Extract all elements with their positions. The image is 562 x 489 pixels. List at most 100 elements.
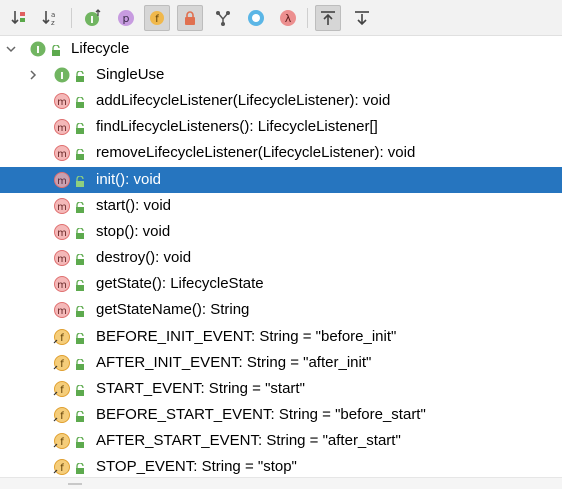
tree-item-label: getState(): LifecycleState [96, 275, 264, 292]
tree-item[interactable]: m getState(): LifecycleState [0, 271, 562, 297]
tree-item-label: stop(): void [96, 223, 171, 240]
scrollbar-thumb[interactable] [68, 483, 82, 485]
svg-text:I: I [90, 15, 94, 26]
tree-item[interactable]: f BEFORE_START_EVENT: String = "before_s… [0, 402, 562, 428]
method-icon: m [53, 171, 71, 189]
lock-open-icon [75, 305, 85, 317]
inherited-icon: I [85, 9, 101, 26]
svg-text:z: z [51, 19, 55, 27]
svg-text:f: f [60, 411, 64, 422]
svg-text:f: f [60, 463, 64, 474]
svg-text:p: p [123, 12, 130, 25]
lock-open-icon [75, 175, 85, 187]
show-hierarchy-button[interactable] [210, 5, 236, 31]
tree-item[interactable]: m removeLifecycleListener(LifecycleListe… [0, 140, 562, 166]
tree-item-label: getStateName(): String [96, 301, 250, 318]
lock-open-icon [75, 462, 85, 474]
tree-item[interactable]: f START_EVENT: String = "start" [0, 376, 562, 402]
method-icon: m [53, 92, 71, 110]
svg-text:m: m [57, 176, 67, 187]
field-icon: f [53, 458, 71, 476]
tree-item[interactable]: m findLifecycleListeners(): LifecycleLis… [0, 114, 562, 140]
autoscroll-from-icon [355, 11, 369, 26]
svg-text:m: m [57, 306, 67, 317]
tree-item[interactable]: m getStateName(): String [0, 297, 562, 323]
autoscroll-to-source-button[interactable] [315, 5, 341, 31]
sort-visibility-icon [11, 11, 25, 25]
interface-icon: I [53, 66, 71, 84]
lock-open-icon [51, 44, 61, 56]
tree-item-label: BEFORE_START_EVENT: String = "before_sta… [96, 406, 426, 423]
tree-item-label: removeLifecycleListener(LifecycleListene… [96, 144, 416, 161]
show-properties-button[interactable]: p [113, 5, 139, 31]
tree-item-label: init(): void [96, 171, 162, 188]
svg-text:I: I [60, 71, 64, 82]
lock-open-icon [75, 253, 85, 265]
lock-open-icon [75, 201, 85, 213]
horizontal-scrollbar[interactable] [0, 477, 562, 489]
tree-item[interactable]: I SingleUse [0, 62, 562, 88]
tree-item[interactable]: f BEFORE_INIT_EVENT: String = "before_in… [0, 324, 562, 350]
tree-item[interactable]: f AFTER_INIT_EVENT: String = "after_init… [0, 350, 562, 376]
sort-alpha-icon: a z [42, 11, 55, 27]
field-icon: f [53, 406, 71, 424]
tree-item-label: START_EVENT: String = "start" [96, 380, 305, 397]
property-icon: p [118, 10, 134, 26]
chevron-down-icon[interactable] [5, 43, 17, 55]
show-fields-button[interactable]: f [144, 5, 170, 31]
show-lambdas-button[interactable]: λ [275, 5, 301, 31]
tree-item[interactable]: m start(): void [0, 193, 562, 219]
tree-item-label: addLifecycleListener(LifecycleListener):… [96, 92, 391, 109]
toolbar-separator [71, 8, 72, 28]
tree-item-selected[interactable]: m init(): void [0, 167, 562, 193]
field-icon: f [53, 432, 71, 450]
tree-item-label: STOP_EVENT: String = "stop" [96, 458, 297, 475]
lock-open-icon [75, 332, 85, 344]
tree-item-label: BEFORE_INIT_EVENT: String = "before_init… [96, 328, 397, 345]
method-icon: m [53, 197, 71, 215]
method-icon: m [53, 275, 71, 293]
svg-text:λ: λ [285, 12, 292, 25]
show-inherited-button[interactable]: I [80, 5, 106, 31]
tree-item-label: AFTER_INIT_EVENT: String = "after_init" [96, 354, 372, 371]
lock-open-icon [75, 148, 85, 160]
structure-toolbar: a z I p f λ [0, 0, 562, 36]
lock-open-icon [75, 358, 85, 370]
interface-icon: I [29, 40, 47, 58]
sort-alphabetically-button[interactable]: a z [38, 5, 64, 31]
lock-open-icon [75, 279, 85, 291]
tree-item[interactable]: m addLifecycleListener(LifecycleListener… [0, 88, 562, 114]
tree-item-label: AFTER_START_EVENT: String = "after_start… [96, 432, 401, 449]
svg-text:m: m [57, 202, 67, 213]
svg-text:m: m [57, 149, 67, 160]
show-non-public-button[interactable] [177, 5, 203, 31]
hierarchy-icon [216, 11, 230, 26]
svg-text:I: I [36, 45, 40, 56]
sort-by-visibility-button[interactable] [6, 5, 32, 31]
anonymous-icon [248, 10, 264, 26]
tree-item[interactable]: m destroy(): void [0, 245, 562, 271]
show-anonymous-button[interactable] [243, 5, 269, 31]
svg-text:m: m [57, 280, 67, 291]
autoscroll-from-source-button[interactable] [349, 5, 375, 31]
tree-item-label: findLifecycleListeners(): LifecycleListe… [96, 118, 378, 135]
svg-text:m: m [57, 228, 67, 239]
field-icon: f [150, 11, 164, 25]
svg-text:f: f [60, 333, 64, 344]
lock-icon [185, 11, 195, 25]
autoscroll-to-icon [321, 11, 335, 25]
chevron-right-icon[interactable] [27, 69, 39, 81]
method-icon: m [53, 144, 71, 162]
tree-item[interactable]: m stop(): void [0, 219, 562, 245]
tree-item[interactable]: f AFTER_START_EVENT: String = "after_sta… [0, 428, 562, 454]
tree-root[interactable]: I Lifecycle [0, 36, 562, 62]
svg-text:f: f [60, 385, 64, 396]
tree-item[interactable]: f STOP_EVENT: String = "stop" [0, 454, 562, 477]
lock-open-icon [75, 436, 85, 448]
lock-open-icon [75, 122, 85, 134]
svg-text:m: m [57, 254, 67, 265]
field-icon: f [53, 328, 71, 346]
tree-item-label: start(): void [96, 197, 172, 214]
tree-item-label: SingleUse [96, 66, 165, 83]
svg-text:m: m [57, 123, 67, 134]
